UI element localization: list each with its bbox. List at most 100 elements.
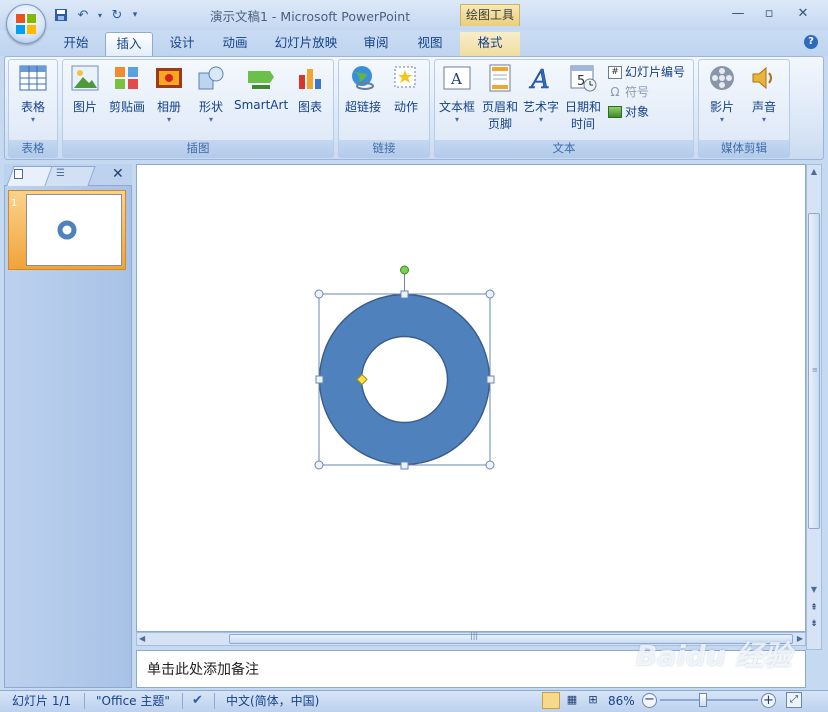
resize-handle-right[interactable] xyxy=(486,375,495,384)
tab-format[interactable]: 格式 xyxy=(460,32,520,56)
close-icon[interactable]: ✕ xyxy=(792,6,814,24)
action-icon xyxy=(390,62,422,94)
textbox-button[interactable]: A 文本框 ▾ xyxy=(436,62,478,125)
tab-insert[interactable]: 插入 xyxy=(105,32,153,56)
scroll-left-icon[interactable]: ◀ xyxy=(139,633,145,645)
resize-handle-bottom-right[interactable] xyxy=(485,460,495,470)
chevron-down-icon: ▾ xyxy=(208,115,213,124)
object-button[interactable]: 对象 xyxy=(608,102,692,122)
group-text-label: 文本 xyxy=(435,140,693,157)
zoom-level[interactable]: 86% xyxy=(608,693,635,709)
close-icon[interactable]: ✕ xyxy=(112,166,124,182)
album-label: 相册 xyxy=(156,100,181,114)
smartart-button[interactable]: SmartArt xyxy=(234,62,288,112)
zoom-slider-track[interactable] xyxy=(660,699,758,701)
undo-icon[interactable]: ↶ xyxy=(74,6,92,24)
resize-handle-top-right[interactable] xyxy=(485,289,495,299)
thumbnail-donut-icon xyxy=(57,220,77,240)
clipart-icon xyxy=(111,62,143,94)
rotation-handle[interactable] xyxy=(400,265,409,275)
scroll-down-icon[interactable]: ▼ xyxy=(807,583,821,597)
header-footer-label-2: 页脚 xyxy=(487,117,512,131)
slide-number-button[interactable]: # 幻灯片编号 xyxy=(608,62,692,82)
save-icon[interactable] xyxy=(52,6,70,24)
album-button[interactable]: 相册 ▾ xyxy=(150,62,188,125)
group-illustrations-label: 插图 xyxy=(63,140,333,157)
chart-button[interactable]: 图表 xyxy=(292,62,328,115)
vertical-scrollbar[interactable]: ▲ ≡ ▼ ⇞ ⇟ xyxy=(806,164,822,650)
hyperlink-button[interactable]: 超链接 xyxy=(340,62,386,115)
zoom-slider-thumb[interactable] xyxy=(699,693,707,707)
movie-button[interactable]: 影片 ▾ xyxy=(702,62,742,125)
picture-icon xyxy=(69,62,101,94)
shapes-icon xyxy=(195,62,227,94)
slides-tab-icon xyxy=(14,169,23,179)
outline-tab-icon: ☰ xyxy=(56,168,65,179)
hyperlink-label: 超链接 xyxy=(344,100,381,114)
scroll-right-icon[interactable]: ▶ xyxy=(797,633,803,645)
normal-view-icon[interactable] xyxy=(542,692,560,709)
donut-shape[interactable] xyxy=(318,293,491,466)
resize-handle-bottom-left[interactable] xyxy=(314,460,324,470)
tab-review[interactable]: 审阅 xyxy=(352,32,400,56)
status-divider xyxy=(84,693,85,709)
minimize-icon[interactable]: — xyxy=(727,6,749,24)
slide-canvas[interactable] xyxy=(136,164,806,632)
tab-outline[interactable] xyxy=(44,166,96,186)
table-icon xyxy=(17,62,49,94)
spell-check-icon[interactable]: ✔ xyxy=(192,693,203,709)
office-button[interactable] xyxy=(6,4,46,44)
clipart-button[interactable]: 剪贴画 xyxy=(106,62,148,115)
datetime-label-2: 时间 xyxy=(570,117,595,131)
tab-slideshow[interactable]: 幻灯片放映 xyxy=(268,32,344,56)
resize-handle-left[interactable] xyxy=(315,375,324,384)
zoom-out-icon[interactable]: − xyxy=(642,693,657,708)
undo-dropdown-icon[interactable]: ▾ xyxy=(96,6,104,24)
maximize-icon[interactable]: ▫ xyxy=(758,6,780,24)
datetime-button[interactable]: 5 日期和 时间 xyxy=(562,62,604,132)
slide-thumbnail[interactable] xyxy=(26,194,122,266)
help-icon[interactable]: ? xyxy=(804,35,818,49)
album-icon xyxy=(153,62,185,94)
slide-svg xyxy=(314,265,495,470)
next-slide-icon[interactable]: ⇟ xyxy=(807,617,821,631)
watermark-url: jingyan.baidu.com xyxy=(670,668,772,681)
tab-view[interactable]: 视图 xyxy=(406,32,454,56)
resize-handle-bottom[interactable] xyxy=(400,461,409,470)
wordart-button[interactable]: A 艺术字 ▾ xyxy=(522,62,560,125)
scroll-up-icon[interactable]: ▲ xyxy=(807,165,821,179)
status-theme[interactable]: "Office 主题" xyxy=(96,693,170,709)
zoom-in-icon[interactable]: + xyxy=(761,693,776,708)
window-title: 演示文稿1 - Microsoft PowerPoint xyxy=(210,9,411,24)
svg-text:A: A xyxy=(529,65,550,92)
table-button[interactable]: 表格 ▾ xyxy=(12,62,54,125)
group-media-label: 媒体剪辑 xyxy=(699,140,789,157)
status-slide-count: 幻灯片 1/1 xyxy=(12,694,72,708)
resize-handle-top[interactable] xyxy=(400,290,409,299)
tab-design[interactable]: 设计 xyxy=(158,32,206,56)
smartart-label: SmartArt xyxy=(234,98,289,112)
vertical-scroll-thumb[interactable]: ≡ xyxy=(808,213,820,529)
clipart-label: 剪贴画 xyxy=(108,100,145,114)
status-language[interactable]: 中文(简体，中国) xyxy=(226,693,319,709)
fit-to-window-icon[interactable]: ⤢ xyxy=(786,692,802,708)
chart-icon xyxy=(294,62,326,94)
action-button[interactable]: 动作 xyxy=(388,62,424,115)
customize-icon[interactable]: ▾ xyxy=(130,6,140,24)
previous-slide-icon[interactable]: ⇞ xyxy=(807,601,821,615)
tab-home[interactable]: 开始 xyxy=(52,32,100,56)
header-footer-button[interactable]: 页眉和 页脚 xyxy=(480,62,520,132)
redo-icon[interactable]: ↻ xyxy=(108,6,126,24)
sound-button[interactable]: 声音 ▾ xyxy=(744,62,784,125)
action-label: 动作 xyxy=(393,100,418,114)
shapes-button[interactable]: 形状 ▾ xyxy=(192,62,230,125)
tab-animations[interactable]: 动画 xyxy=(211,32,259,56)
symbol-button[interactable]: Ω 符号 xyxy=(608,82,692,102)
slideshow-view-icon[interactable]: ⊞ xyxy=(584,692,602,709)
resize-handle-top-left[interactable] xyxy=(314,289,324,299)
picture-button[interactable]: 图片 xyxy=(66,62,104,115)
slide-sorter-icon[interactable]: ▦ xyxy=(563,692,581,709)
table-label: 表格 xyxy=(20,100,45,114)
grip-icon: ||| xyxy=(470,631,479,640)
textbox-icon: A xyxy=(441,62,473,94)
